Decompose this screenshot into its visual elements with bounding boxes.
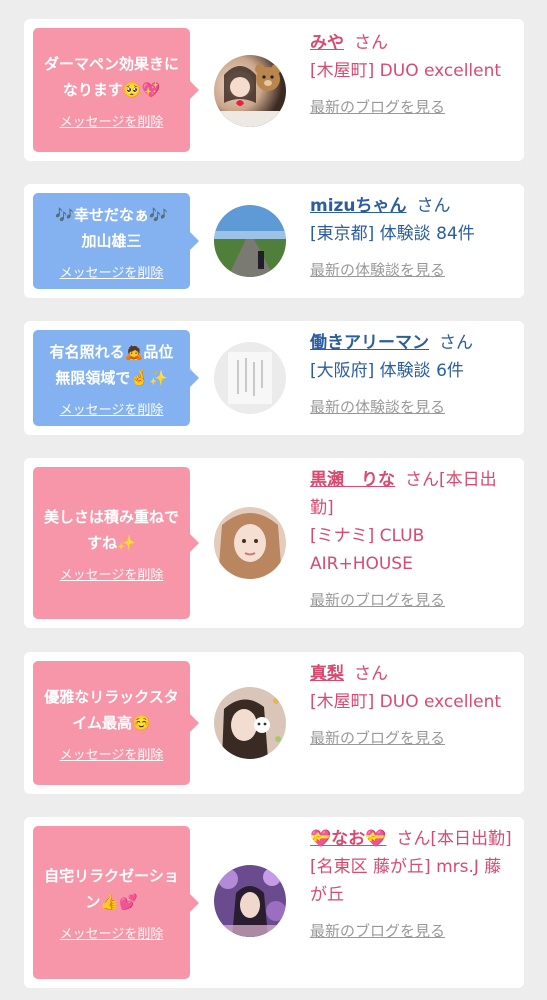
avatar-image <box>214 64 286 127</box>
avatar-image <box>214 687 286 759</box>
honorific: さん <box>416 196 451 216</box>
delete-message-link[interactable]: メッセージを削除 <box>60 744 164 763</box>
delete-message-link[interactable]: メッセージを削除 <box>60 262 164 281</box>
user-info: みや さん [木屋町] DUO excellent 最新のブログを見る <box>310 29 518 121</box>
user-name-link[interactable]: 真梨 <box>310 664 344 684</box>
latest-blog-link[interactable]: 最新のブログを見る <box>310 586 518 614</box>
message-card: 🎶幸せだなぁ🎶加山雄三 メッセージを削除 mizuちゃん さん [東京都] 体験談… <box>24 184 524 298</box>
delete-message-link[interactable]: メッセージを削除 <box>60 923 164 942</box>
user-info: 黒瀬 りな さん[本日出勤] [ミナミ] CLUB AIR+HOUSE 最新のブロ… <box>310 466 518 614</box>
name-line: 黒瀬 りな さん[本日出勤] <box>310 466 518 522</box>
avatar-image <box>214 205 286 277</box>
delete-message-link[interactable]: メッセージを削除 <box>60 399 164 418</box>
user-name-link[interactable]: mizuちゃん <box>310 196 407 216</box>
shop-info: [木屋町] DUO excellent <box>310 692 502 712</box>
latest-blog-link[interactable]: 最新のブログを見る <box>310 93 518 121</box>
avatar-image <box>214 865 286 937</box>
latest-blog-link[interactable]: 最新のブログを見る <box>310 724 518 752</box>
user-info: mizuちゃん さん [東京都] 体験談 84件 最新の体験談を見る <box>310 192 518 284</box>
message-card: 有名照れる🙇品位無限領域で🤞✨ メッセージを削除 働きアリーマン さん [大阪府]… <box>24 321 524 435</box>
avatar-image <box>214 507 286 579</box>
avatar[interactable] <box>214 55 286 127</box>
avatar[interactable] <box>214 205 286 277</box>
shop-info: [木屋町] DUO excellent <box>310 61 502 81</box>
latest-blog-link[interactable]: 最新のブログを見る <box>310 917 518 945</box>
message-card: ダーマペン効果きになります🥺💖 メッセージを削除 みや さん [木屋町] DUO … <box>24 19 524 161</box>
user-info: 💝なお💝 さん[本日出勤] [名東区 藤が丘] mrs.J 藤が丘 最新のブログを… <box>310 825 518 945</box>
honorific: さん[本日出勤] <box>396 829 512 849</box>
message-card: 自宅リラクゼーション👍💕 メッセージを削除 💝なお💝 さん[本日出勤] [名東区 … <box>24 817 524 988</box>
avatar[interactable] <box>214 342 286 414</box>
user-name-link[interactable]: 黒瀬 りな <box>310 470 395 490</box>
message-text: 有名照れる🙇品位無限領域で🤞✨ <box>49 342 174 387</box>
name-line: 💝なお💝 さん[本日出勤] <box>310 825 518 853</box>
shop-info: [ミナミ] CLUB AIR+HOUSE <box>310 526 425 574</box>
user-name-link[interactable]: みや <box>310 33 344 53</box>
message-bubble: 美しさは積み重ねですね✨ メッセージを削除 <box>33 467 199 619</box>
message-text: 🎶幸せだなぁ🎶加山雄三 <box>55 205 168 250</box>
user-info: 働きアリーマン さん [大阪府] 体験談 6件 最新の体験談を見る <box>310 329 518 421</box>
delete-message-link[interactable]: メッセージを削除 <box>60 564 164 583</box>
shop-info: [名東区 藤が丘] mrs.J 藤が丘 <box>310 857 502 905</box>
name-line: 働きアリーマン さん <box>310 329 518 357</box>
latest-review-link[interactable]: 最新の体験談を見る <box>310 393 518 421</box>
message-text: 美しさは積み重ねですね✨ <box>43 507 179 552</box>
message-text: 自宅リラクゼーション👍💕 <box>44 867 179 911</box>
avatar[interactable] <box>214 507 286 579</box>
experience-info: [東京都] 体験談 84件 <box>310 224 475 244</box>
message-bubble: 自宅リラクゼーション👍💕 メッセージを削除 <box>33 826 199 979</box>
name-line: みや さん <box>310 29 518 57</box>
message-bubble: 優雅なリラックスタイム最高☺️ メッセージを削除 <box>33 661 199 785</box>
message-bubble: 有名照れる🙇品位無限領域で🤞✨ メッセージを削除 <box>33 330 199 426</box>
user-name-link[interactable]: 💝なお💝 <box>310 829 386 849</box>
user-name-link[interactable]: 働きアリーマン <box>310 333 429 353</box>
latest-review-link[interactable]: 最新の体験談を見る <box>310 256 518 284</box>
avatar[interactable] <box>214 865 286 937</box>
message-bubble: 🎶幸せだなぁ🎶加山雄三 メッセージを削除 <box>33 193 199 289</box>
avatar[interactable] <box>214 687 286 759</box>
user-info: 真梨 さん [木屋町] DUO excellent 最新のブログを見る <box>310 660 518 752</box>
message-text: ダーマペン効果きになります🥺💖 <box>43 54 179 99</box>
message-text: 優雅なリラックスタイム最高☺️ <box>44 687 179 732</box>
delete-message-link[interactable]: メッセージを削除 <box>60 111 164 130</box>
name-line: 真梨 さん <box>310 660 518 688</box>
message-card: 美しさは積み重ねですね✨ メッセージを削除 黒瀬 りな さん[本日出勤] [ミナミ… <box>24 458 524 628</box>
message-bubble: ダーマペン効果きになります🥺💖 メッセージを削除 <box>33 28 199 152</box>
message-card: 優雅なリラックスタイム最高☺️ メッセージを削除 真梨 さん [木屋町] DUO … <box>24 652 524 794</box>
honorific: さん <box>439 333 473 353</box>
honorific: さん <box>354 664 388 684</box>
experience-info: [大阪府] 体験談 6件 <box>310 361 464 381</box>
honorific: さん <box>354 33 388 53</box>
name-line: mizuちゃん さん <box>310 192 518 220</box>
avatar-image <box>214 342 286 414</box>
